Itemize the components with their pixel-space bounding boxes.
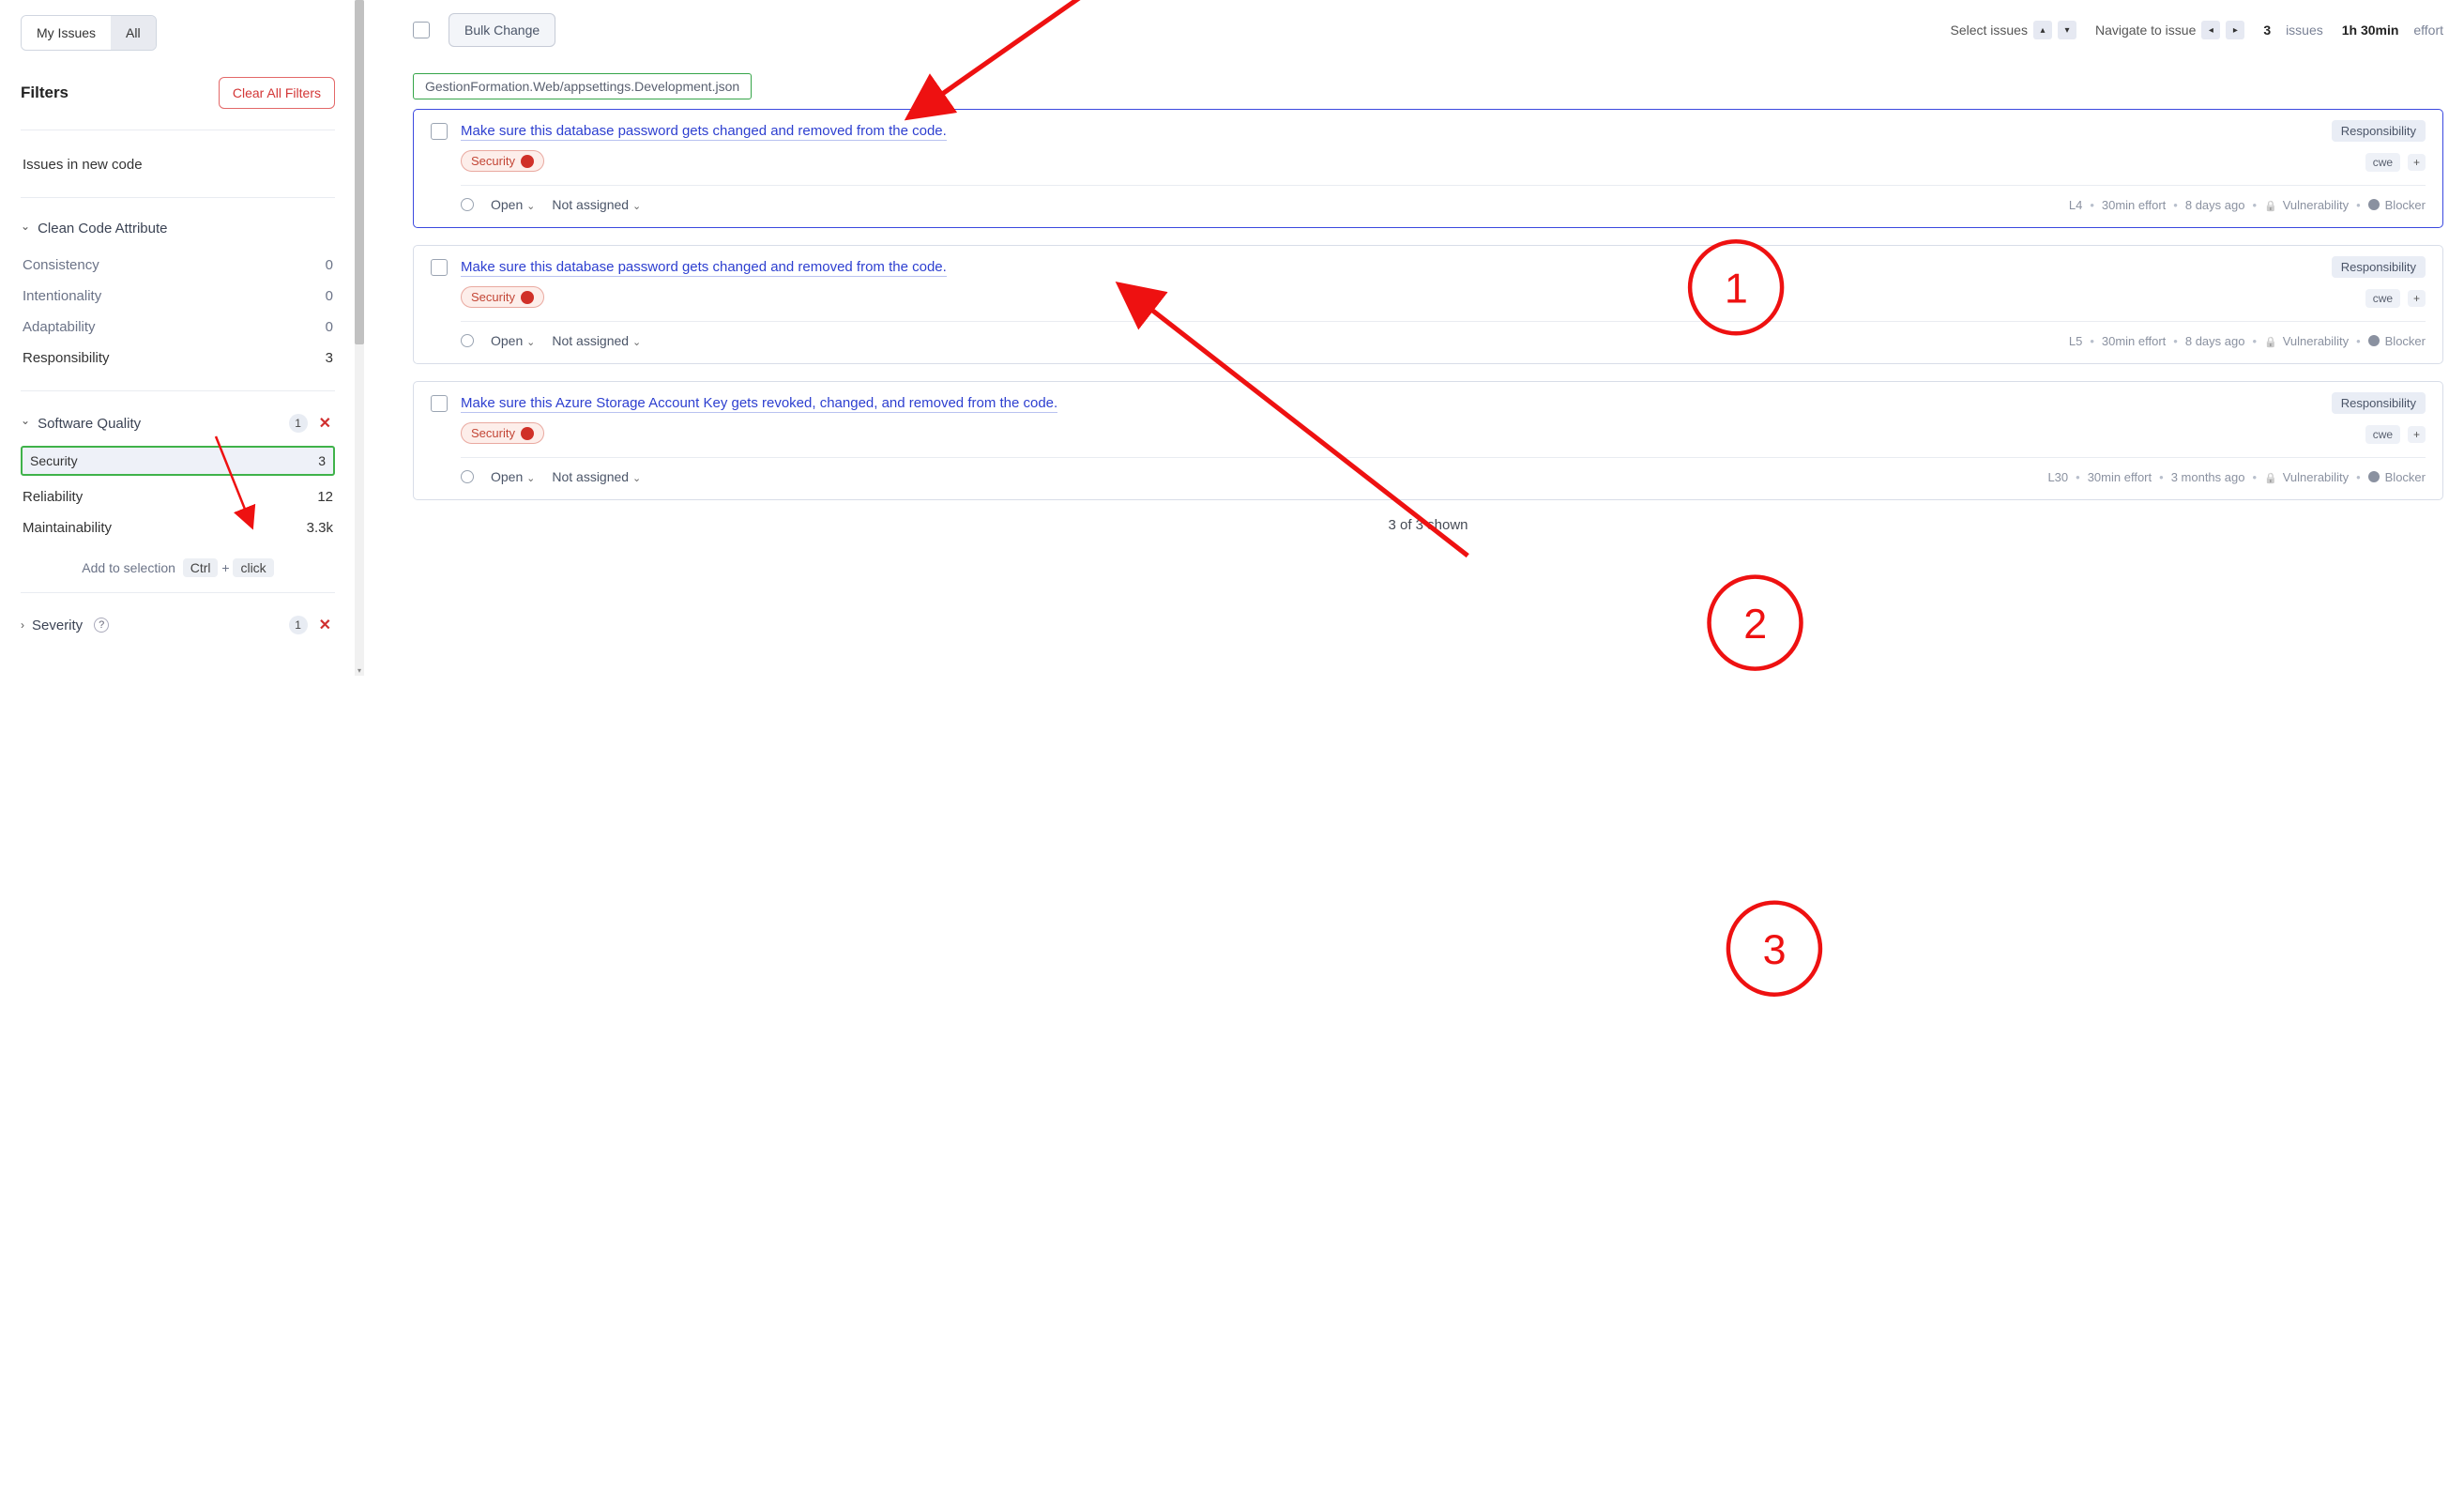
kbd-click: click: [233, 558, 273, 577]
responsibility-badge: Responsibility: [2332, 392, 2426, 414]
more-tags-button[interactable]: +: [2408, 290, 2426, 307]
navigate-next-button[interactable]: ▸: [2226, 21, 2244, 39]
blocker-icon: [2368, 335, 2380, 346]
transition-radio-icon: [461, 470, 474, 483]
transition-radio-icon: [461, 198, 474, 211]
facet-consistency[interactable]: Consistency 0: [21, 250, 335, 281]
clear-all-filters-button[interactable]: Clear All Filters: [219, 77, 335, 109]
cwe-tag[interactable]: cwe: [2365, 289, 2400, 308]
lock-icon: [2264, 470, 2277, 484]
issue-title-link[interactable]: Make sure this database password gets ch…: [461, 123, 947, 141]
facet-count: 3: [318, 453, 326, 468]
chevron-right-icon: [21, 618, 24, 632]
facet-title: Severity: [32, 618, 83, 633]
facet-clean-code-attribute[interactable]: Clean Code Attribute: [21, 221, 335, 236]
status-dropdown[interactable]: Open ⌄: [491, 197, 535, 212]
responsibility-badge: Responsibility: [2332, 120, 2426, 142]
issue-card: Make sure this database password gets ch…: [413, 245, 2443, 364]
tab-my-issues[interactable]: My Issues: [22, 16, 111, 50]
chevron-down-icon: [21, 417, 30, 430]
select-up-button[interactable]: ▴: [2033, 21, 2052, 39]
lock-icon: [2264, 334, 2277, 348]
issues-count: 3 issues: [2263, 23, 2322, 38]
select-issues-control: Select issues ▴ ▾: [1950, 21, 2076, 39]
navigate-issue-control: Navigate to issue ◂ ▸: [2095, 21, 2244, 39]
status-dropdown[interactable]: Open ⌄: [491, 469, 535, 484]
status-dropdown[interactable]: Open ⌄: [491, 333, 535, 348]
issues-in-new-code-toggle[interactable]: Issues in new code: [21, 149, 335, 180]
chevron-down-icon: [21, 222, 30, 236]
severity-dot-icon: [521, 291, 534, 304]
issue-title-link[interactable]: Make sure this database password gets ch…: [461, 259, 947, 277]
svg-text:2: 2: [1743, 600, 1767, 648]
facet-severity[interactable]: Severity ? 1 ✕: [21, 616, 335, 634]
more-tags-button[interactable]: +: [2408, 154, 2426, 171]
active-filter-count-badge: 1: [289, 616, 308, 634]
issue-checkbox[interactable]: [431, 395, 448, 412]
security-pill[interactable]: Security: [461, 150, 544, 172]
facet-maintainability[interactable]: Maintainability 3.3k: [21, 512, 335, 543]
facet-responsibility[interactable]: Responsibility 3: [21, 343, 335, 374]
assignee-dropdown[interactable]: Not assigned ⌄: [552, 333, 641, 348]
severity-dot-icon: [521, 155, 534, 168]
issue-meta: L4 30min effort 8 days ago Vulnerability…: [2069, 198, 2426, 212]
select-all-checkbox[interactable]: [413, 22, 430, 38]
lock-icon: [2264, 198, 2277, 212]
issues-in-new-code-label: Issues in new code: [23, 157, 143, 173]
facet-title: Software Quality: [38, 416, 141, 432]
facet-adaptability[interactable]: Adaptability 0: [21, 312, 335, 343]
security-pill[interactable]: Security: [461, 286, 544, 308]
clear-facet-button[interactable]: ✕: [315, 414, 335, 433]
facet-software-quality[interactable]: Software Quality 1 ✕: [21, 414, 335, 433]
issues-toolbar: Bulk Change Select issues ▴ ▾ Navigate t…: [413, 13, 2443, 47]
transition-radio-icon: [461, 334, 474, 347]
svg-text:3: 3: [1763, 925, 1787, 973]
cwe-tag[interactable]: cwe: [2365, 153, 2400, 172]
file-path-pill[interactable]: GestionFormation.Web/appsettings.Develop…: [413, 73, 752, 99]
tab-all-issues[interactable]: All: [111, 16, 156, 50]
navigate-prev-button[interactable]: ◂: [2201, 21, 2220, 39]
bulk-change-button[interactable]: Bulk Change: [449, 13, 555, 47]
blocker-icon: [2368, 471, 2380, 482]
issue-meta: L30 30min effort 3 months ago Vulnerabil…: [2047, 470, 2426, 484]
facet-security-selected[interactable]: Security 3: [21, 446, 335, 476]
active-filter-count-badge: 1: [289, 414, 308, 433]
facet-reliability[interactable]: Reliability 12: [21, 481, 335, 512]
more-tags-button[interactable]: +: [2408, 426, 2426, 443]
clear-facet-button[interactable]: ✕: [315, 616, 335, 634]
filters-heading: Filters: [21, 84, 68, 102]
cwe-tag[interactable]: cwe: [2365, 425, 2400, 444]
filters-sidebar: ▾ My Issues All Filters Clear All Filter…: [0, 0, 357, 676]
severity-dot-icon: [521, 427, 534, 440]
select-down-button[interactable]: ▾: [2058, 21, 2076, 39]
issue-checkbox[interactable]: [431, 259, 448, 276]
issue-meta: L5 30min effort 8 days ago Vulnerability…: [2069, 334, 2426, 348]
kbd-ctrl: Ctrl: [183, 558, 219, 577]
assignee-dropdown[interactable]: Not assigned ⌄: [552, 469, 641, 484]
issue-card: Make sure this Azure Storage Account Key…: [413, 381, 2443, 500]
responsibility-badge: Responsibility: [2332, 256, 2426, 278]
total-effort: 1h 30min effort: [2342, 23, 2443, 38]
multiselect-hint: Add to selection Ctrl + click: [21, 560, 335, 575]
issue-title-link[interactable]: Make sure this Azure Storage Account Key…: [461, 395, 1057, 413]
issue-scope-tabs: My Issues All: [21, 15, 157, 51]
blocker-icon: [2368, 199, 2380, 210]
issues-panel: Bulk Change Select issues ▴ ▾ Navigate t…: [357, 0, 2464, 676]
facet-label: Security: [30, 453, 78, 468]
facet-title: Clean Code Attribute: [38, 221, 167, 236]
assignee-dropdown[interactable]: Not assigned ⌄: [552, 197, 641, 212]
pagination-summary: 3 of 3 shown: [413, 517, 2443, 533]
issue-checkbox[interactable]: [431, 123, 448, 140]
issue-card: Make sure this database password gets ch…: [413, 109, 2443, 228]
help-icon[interactable]: ?: [94, 618, 109, 633]
security-pill[interactable]: Security: [461, 422, 544, 444]
facet-intentionality[interactable]: Intentionality 0: [21, 281, 335, 312]
